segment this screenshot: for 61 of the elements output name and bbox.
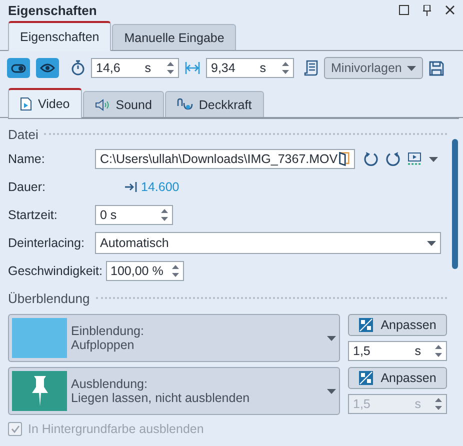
spin-arrows-icon[interactable]	[172, 264, 178, 278]
document-icon[interactable]	[304, 60, 318, 76]
caret-icon[interactable]	[427, 240, 436, 246]
video-file-icon	[20, 97, 32, 111]
tab[interactable]: Deckkraft	[164, 91, 264, 117]
field-label: Deinterlacing:	[8, 236, 86, 250]
eye-icon	[40, 63, 55, 73]
field-label: Name:	[8, 152, 46, 166]
field-label: Startzeit:	[8, 208, 58, 222]
duration-field[interactable]: 14,6 s	[91, 58, 179, 78]
transition-time-field[interactable]: 9,34 s	[206, 58, 294, 78]
window-title: Eigenschaften	[8, 2, 98, 18]
caret-icon[interactable]	[327, 388, 336, 394]
tab[interactable]: Video	[8, 88, 82, 118]
transition-duration-field[interactable]: 1,5 s	[348, 341, 447, 361]
checkbox-label: In Hintergrundfarbe ausblenden	[28, 422, 204, 436]
spin-arrows-icon[interactable]	[282, 61, 289, 75]
field-label: Geschwindigkeit:	[8, 264, 104, 278]
toggle-button[interactable]	[36, 58, 59, 78]
save-icon[interactable]	[429, 60, 444, 76]
rotate-left-icon[interactable]	[363, 151, 379, 167]
folder-icon[interactable]	[338, 151, 350, 167]
rotate-right-icon[interactable]	[385, 151, 401, 167]
toggle-button[interactable]	[7, 58, 30, 78]
adjust-button[interactable]: Anpassen	[348, 367, 447, 389]
adjust-button[interactable]: Anpassen	[348, 314, 447, 336]
arrow-to-line-icon	[125, 182, 137, 192]
caret-icon[interactable]	[407, 66, 416, 70]
field-label: Dauer:	[8, 180, 47, 194]
close-icon[interactable]	[445, 5, 455, 15]
opacity-icon	[176, 98, 193, 111]
number-field[interactable]: 0 s	[95, 205, 173, 225]
spin-arrows-icon[interactable]	[435, 344, 442, 358]
template-dropdown[interactable]: Minivorlagen	[324, 57, 423, 79]
video-output-icon[interactable]	[407, 151, 423, 167]
width-arrows-icon	[185, 62, 200, 74]
section-heading: Datei	[8, 126, 38, 142]
ab-icon	[358, 371, 373, 385]
tab[interactable]: Sound	[82, 91, 164, 117]
stopwatch-icon	[71, 60, 85, 76]
checkmark-icon	[10, 425, 20, 433]
maximize-icon[interactable]	[399, 5, 409, 15]
section-heading: Überblendung	[8, 290, 90, 306]
caret-icon[interactable]	[429, 156, 438, 162]
caret-icon[interactable]	[327, 336, 336, 340]
number-field[interactable]: 100,00 %	[106, 261, 184, 281]
duration-value: 14.600	[141, 180, 180, 194]
deinterlacing-dropdown[interactable]: Automatisch	[95, 232, 441, 254]
pin-icon[interactable]	[423, 4, 431, 16]
toggle-icon	[11, 64, 26, 72]
transition-selector[interactable]: Einblendung: Aufploppen	[8, 314, 340, 362]
tab[interactable]: Eigenschaften	[8, 21, 112, 51]
speaker-icon	[94, 98, 110, 110]
spin-arrows-icon[interactable]	[161, 208, 168, 222]
file-path-field[interactable]: C:\Users\ullah\Downloads\IMG_7367.MOV	[95, 149, 355, 169]
spin-arrows-icon[interactable]	[167, 61, 174, 75]
bubble-pattern-thumbnail	[12, 318, 67, 358]
ab-icon	[358, 318, 373, 332]
pushpin-thumbnail	[12, 371, 67, 411]
tab[interactable]: Manuelle Eingabe	[112, 24, 236, 50]
transition-selector[interactable]: Ausblendung: Liegen lassen, nicht ausblenden	[8, 367, 340, 415]
